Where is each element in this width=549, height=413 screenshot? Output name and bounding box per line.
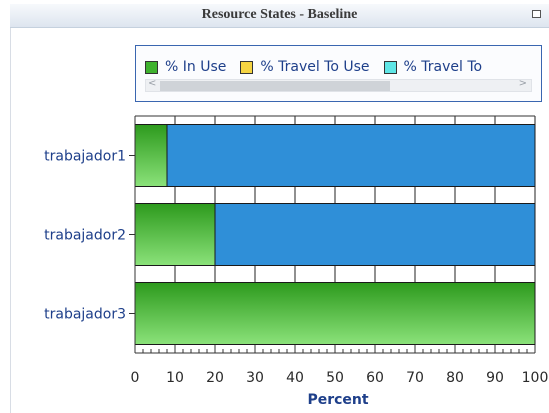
bar-segment[interactable] [134, 124, 168, 187]
category-label: trabajador1 [44, 149, 126, 165]
category-label: trabajador2 [44, 228, 126, 244]
x-tick-label: 30 [246, 370, 264, 386]
x-tick-label: 100 [522, 370, 549, 386]
x-tick-label: 20 [206, 370, 224, 386]
labels: 0 10 20 30 40 50 60 70 80 90 100 trabajador1 trabaja… [44, 149, 548, 409]
x-tick-label: 0 [131, 370, 140, 386]
x-tick-label: 10 [166, 370, 184, 386]
bar-chart: 0 10 20 30 40 50 60 70 80 90 100 trabajador1 trabaja… [44, 115, 548, 409]
bar-segment[interactable] [134, 203, 216, 266]
bar-segment[interactable] [166, 124, 536, 187]
x-tick-label: 90 [486, 370, 504, 386]
x-tick-label: 60 [366, 370, 384, 386]
bars [134, 124, 536, 345]
x-tick-label: 80 [446, 370, 464, 386]
bar-segment[interactable] [134, 282, 536, 345]
x-tick-label: 50 [326, 370, 344, 386]
resource-states-window: Resource States - Baseline % In Use% Tra… [0, 0, 549, 413]
bar-segment[interactable] [214, 203, 536, 266]
x-tick-label: 40 [286, 370, 304, 386]
x-tick-label: 70 [406, 370, 424, 386]
category-label: trabajador3 [44, 307, 126, 323]
x-axis-title: Percent [307, 392, 368, 408]
